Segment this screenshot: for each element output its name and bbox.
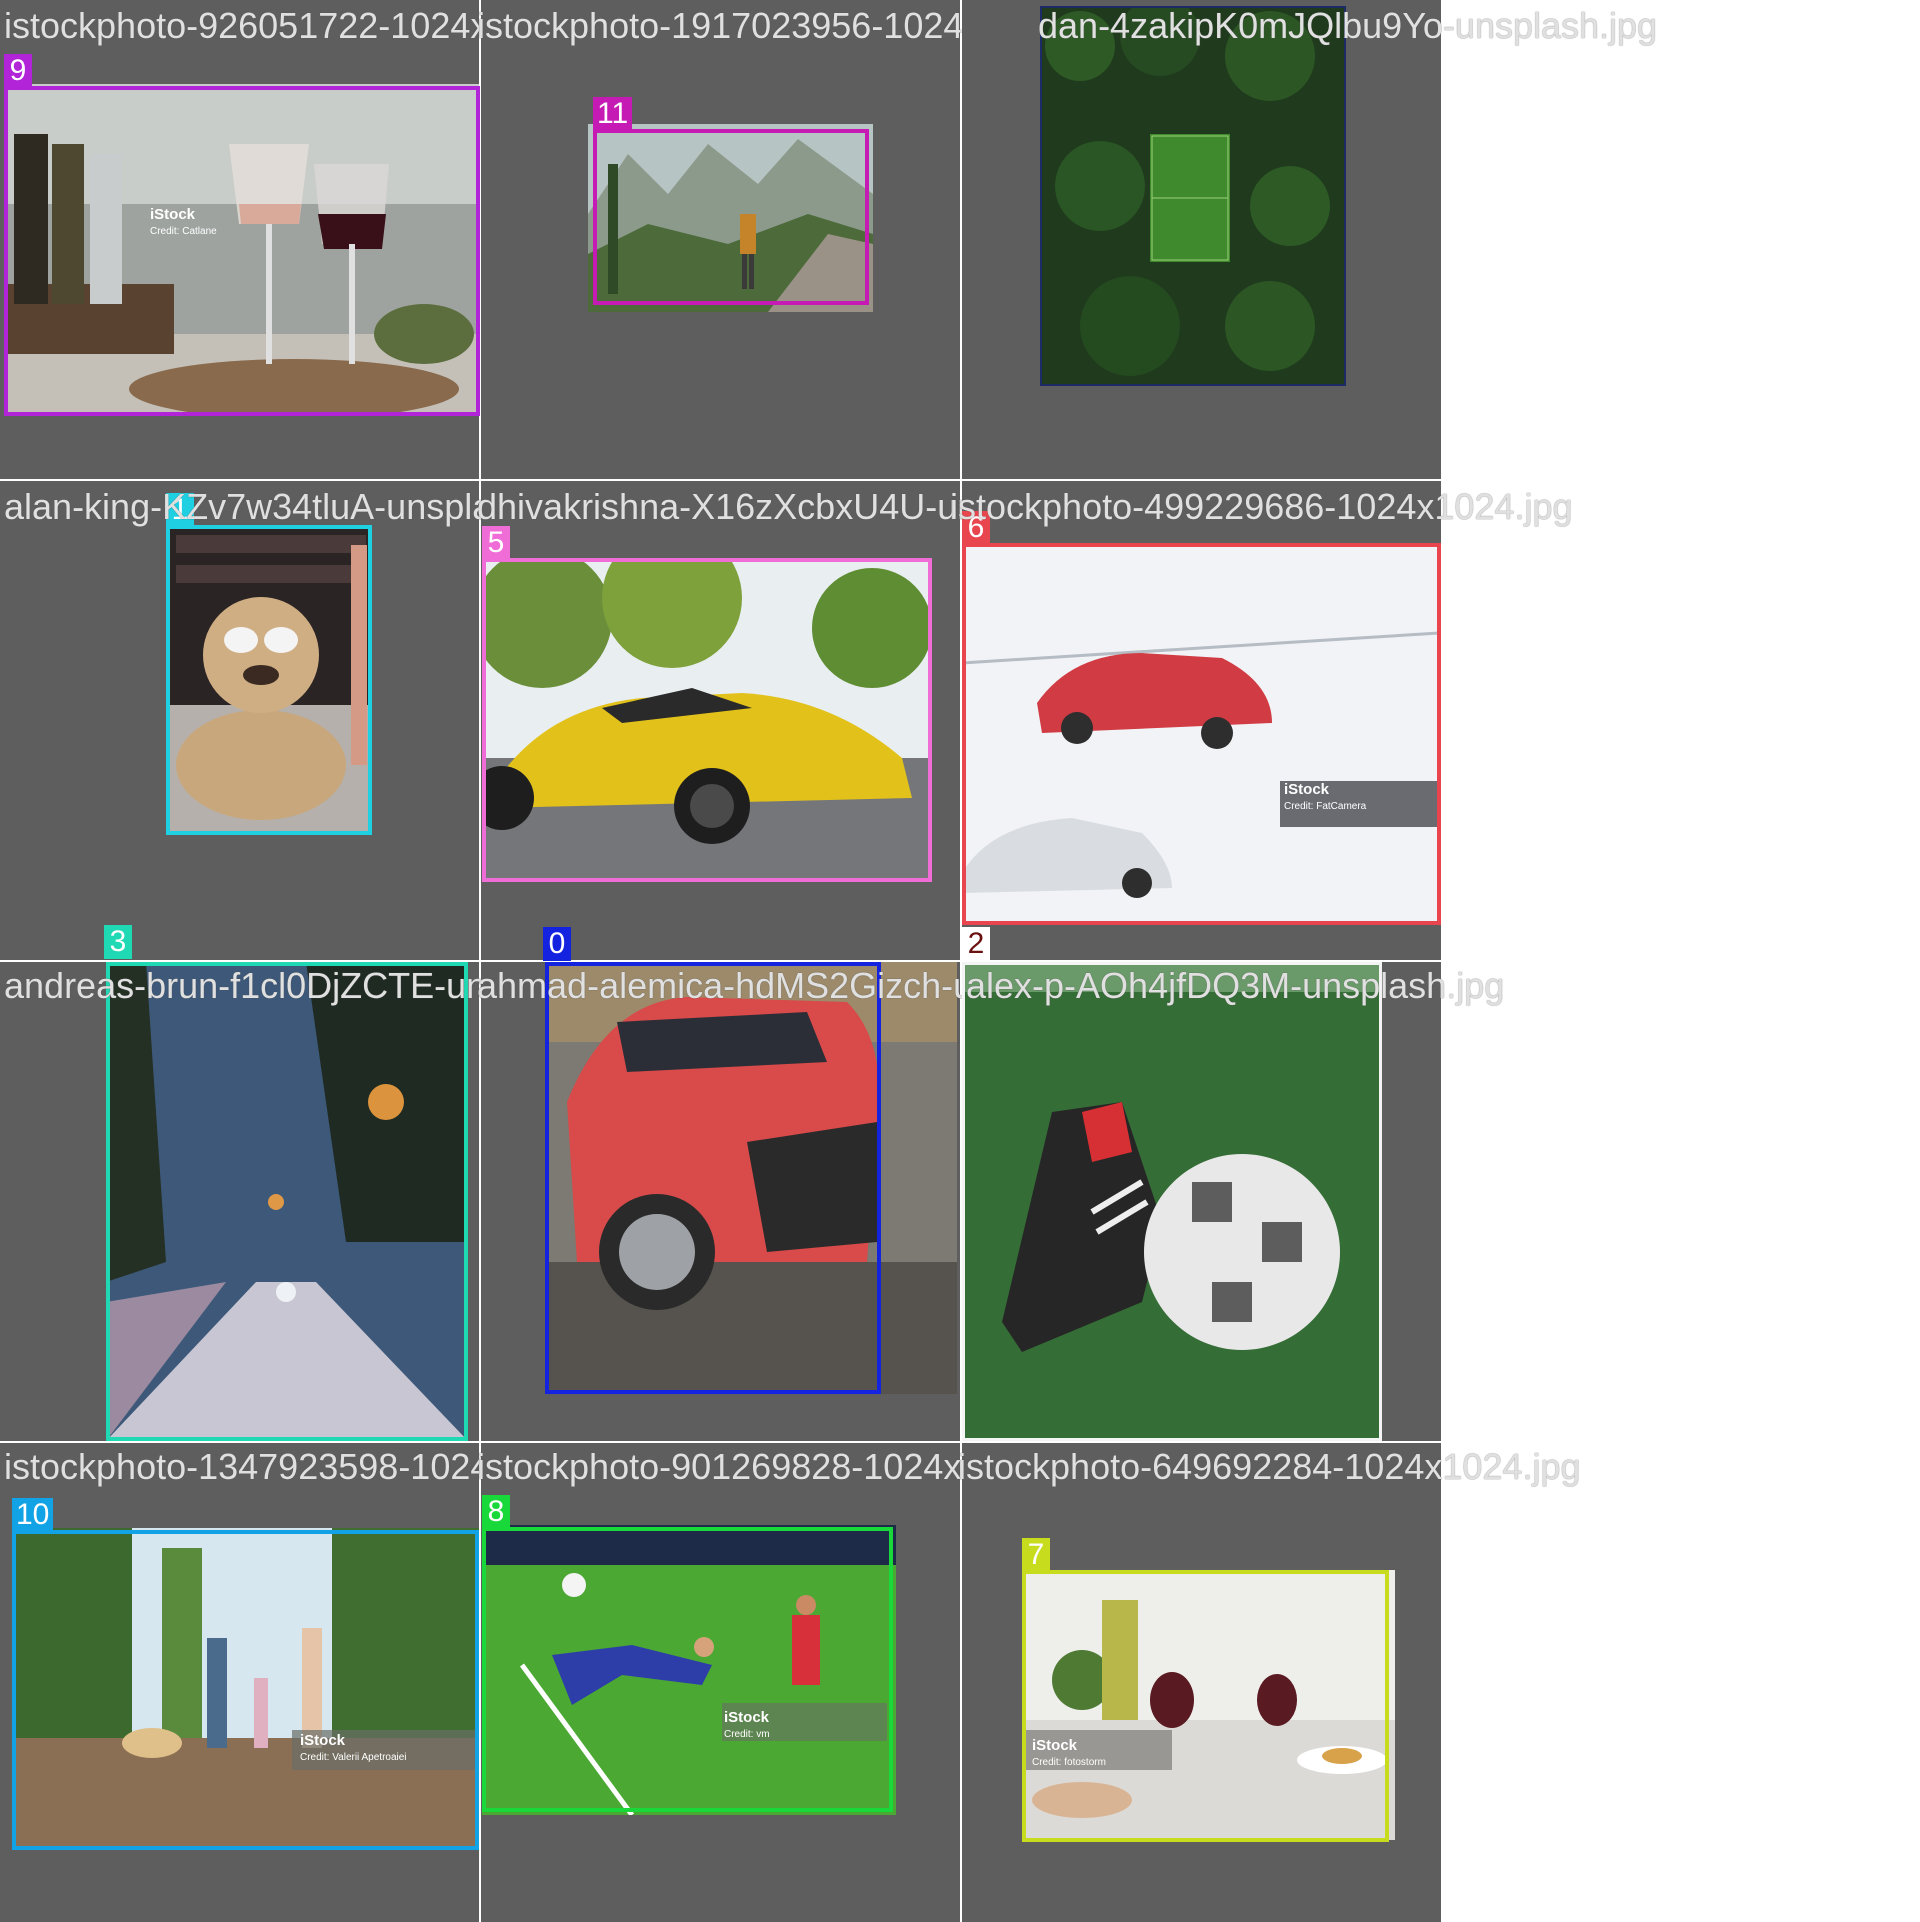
tile-red-car: 0 ahmad-alemica-hdMS2Gizch-unsplash.jpg bbox=[477, 927, 1155, 1441]
stock-watermark: iStock Credit: fotostorm bbox=[1032, 1737, 1106, 1771]
stock-watermark: iStock Credit: Catlane bbox=[150, 206, 217, 240]
watermark-credit: Credit: FatCamera bbox=[1284, 801, 1367, 812]
family-walk-photo bbox=[12, 1528, 479, 1848]
forest-field-photo bbox=[1040, 6, 1344, 384]
tile-filename: istockphoto-499229686-1024x1024.jpg bbox=[950, 486, 1573, 527]
bbox-label-3: 3 bbox=[104, 925, 132, 959]
bbox-label-5: 5 bbox=[482, 526, 510, 560]
bbox-label-9: 9 bbox=[4, 54, 32, 88]
watermark-credit: Credit: Catlane bbox=[150, 226, 217, 237]
dining-table-photo bbox=[1022, 1570, 1395, 1840]
watermark-brand: iStock bbox=[150, 206, 196, 223]
hiker-photo bbox=[588, 124, 873, 312]
tile-snowy-road: 3 andreas-brun-f1cl0DjZCTE-unsplash.jpg bbox=[0, 925, 648, 1441]
tile-family-walk: iStock Credit: Valerii Apetroaiei 10 ist… bbox=[0, 1443, 647, 1922]
watermark-credit: Credit: Valerii Apetroaiei bbox=[300, 1752, 407, 1763]
bbox-label-8: 8 bbox=[482, 1495, 510, 1529]
watermark-brand: iStock bbox=[1284, 781, 1330, 798]
tile-snow-crash: iStock Credit: FatCamera 6 istockphoto-4… bbox=[950, 481, 1573, 960]
tile-wine-glasses: iStock Credit: Catlane 9 istockphoto-926… bbox=[0, 0, 627, 479]
boots-ball-photo bbox=[962, 962, 1380, 1441]
red-car-photo bbox=[547, 962, 957, 1394]
watermark-brand: iStock bbox=[300, 1732, 346, 1749]
watermark-brand: iStock bbox=[1032, 1737, 1078, 1754]
mosaic-grid: iStock Credit: Catlane 9 istockphoto-926… bbox=[0, 0, 1657, 1922]
watermark-credit: Credit: vm bbox=[724, 1729, 770, 1740]
snowy-road-photo bbox=[106, 962, 468, 1441]
snow-crash-photo bbox=[962, 543, 1439, 925]
bbox-label-0: 0 bbox=[543, 927, 571, 961]
yellow-car-photo bbox=[482, 558, 932, 880]
stock-watermark: iStock Credit: FatCamera bbox=[1284, 781, 1366, 815]
watermark-brand: iStock bbox=[724, 1709, 770, 1726]
watermark-credit: Credit: fotostorm bbox=[1032, 1757, 1106, 1768]
stock-watermark: iStock Credit: vm bbox=[724, 1709, 770, 1743]
tile-dining-table: iStock Credit: fotostorm 7 istockphoto-6… bbox=[958, 1443, 1581, 1922]
dog-photo bbox=[166, 525, 372, 833]
tile-forest-field: dan-4zakipK0mJQlbu9Yo-unsplash.jpg bbox=[962, 0, 1657, 479]
tile-filename: istockphoto-649692284-1024x1024.jpg bbox=[958, 1446, 1581, 1487]
tile-yellow-car: 5 dhivakrishna-X16zXcbxU4U-unsplash.jpg bbox=[477, 481, 1139, 960]
tile-hiker: 11 istockphoto-1917023956-1024x1024.jpg bbox=[477, 0, 1120, 479]
tile-filename: dan-4zakipK0mJQlbu9Yo-unsplash.jpg bbox=[1038, 5, 1658, 46]
tile-boots-ball: 2 alex-p-AOh4jfDQ3M-unsplash.jpg bbox=[962, 927, 1504, 1441]
tile-dog: 1 alan-king-KZv7w34tluA-unsplash.jpg bbox=[0, 481, 588, 960]
bbox-label-10: 10 bbox=[12, 1498, 54, 1532]
wine-glasses-photo bbox=[4, 84, 479, 416]
stock-watermark: iStock Credit: Valerii Apetroaiei bbox=[300, 1732, 407, 1766]
tile-soccer-kick: iStock Credit: vm 8 istockphoto-90126982… bbox=[477, 1443, 1100, 1922]
tile-filename: alex-p-AOh4jfDQ3M-unsplash.jpg bbox=[966, 965, 1505, 1006]
bbox-label-7: 7 bbox=[1022, 1538, 1050, 1572]
soccer-kick-photo bbox=[482, 1525, 896, 1815]
bbox-label-11: 11 bbox=[593, 97, 633, 131]
bbox-label-2: 2 bbox=[962, 927, 990, 961]
